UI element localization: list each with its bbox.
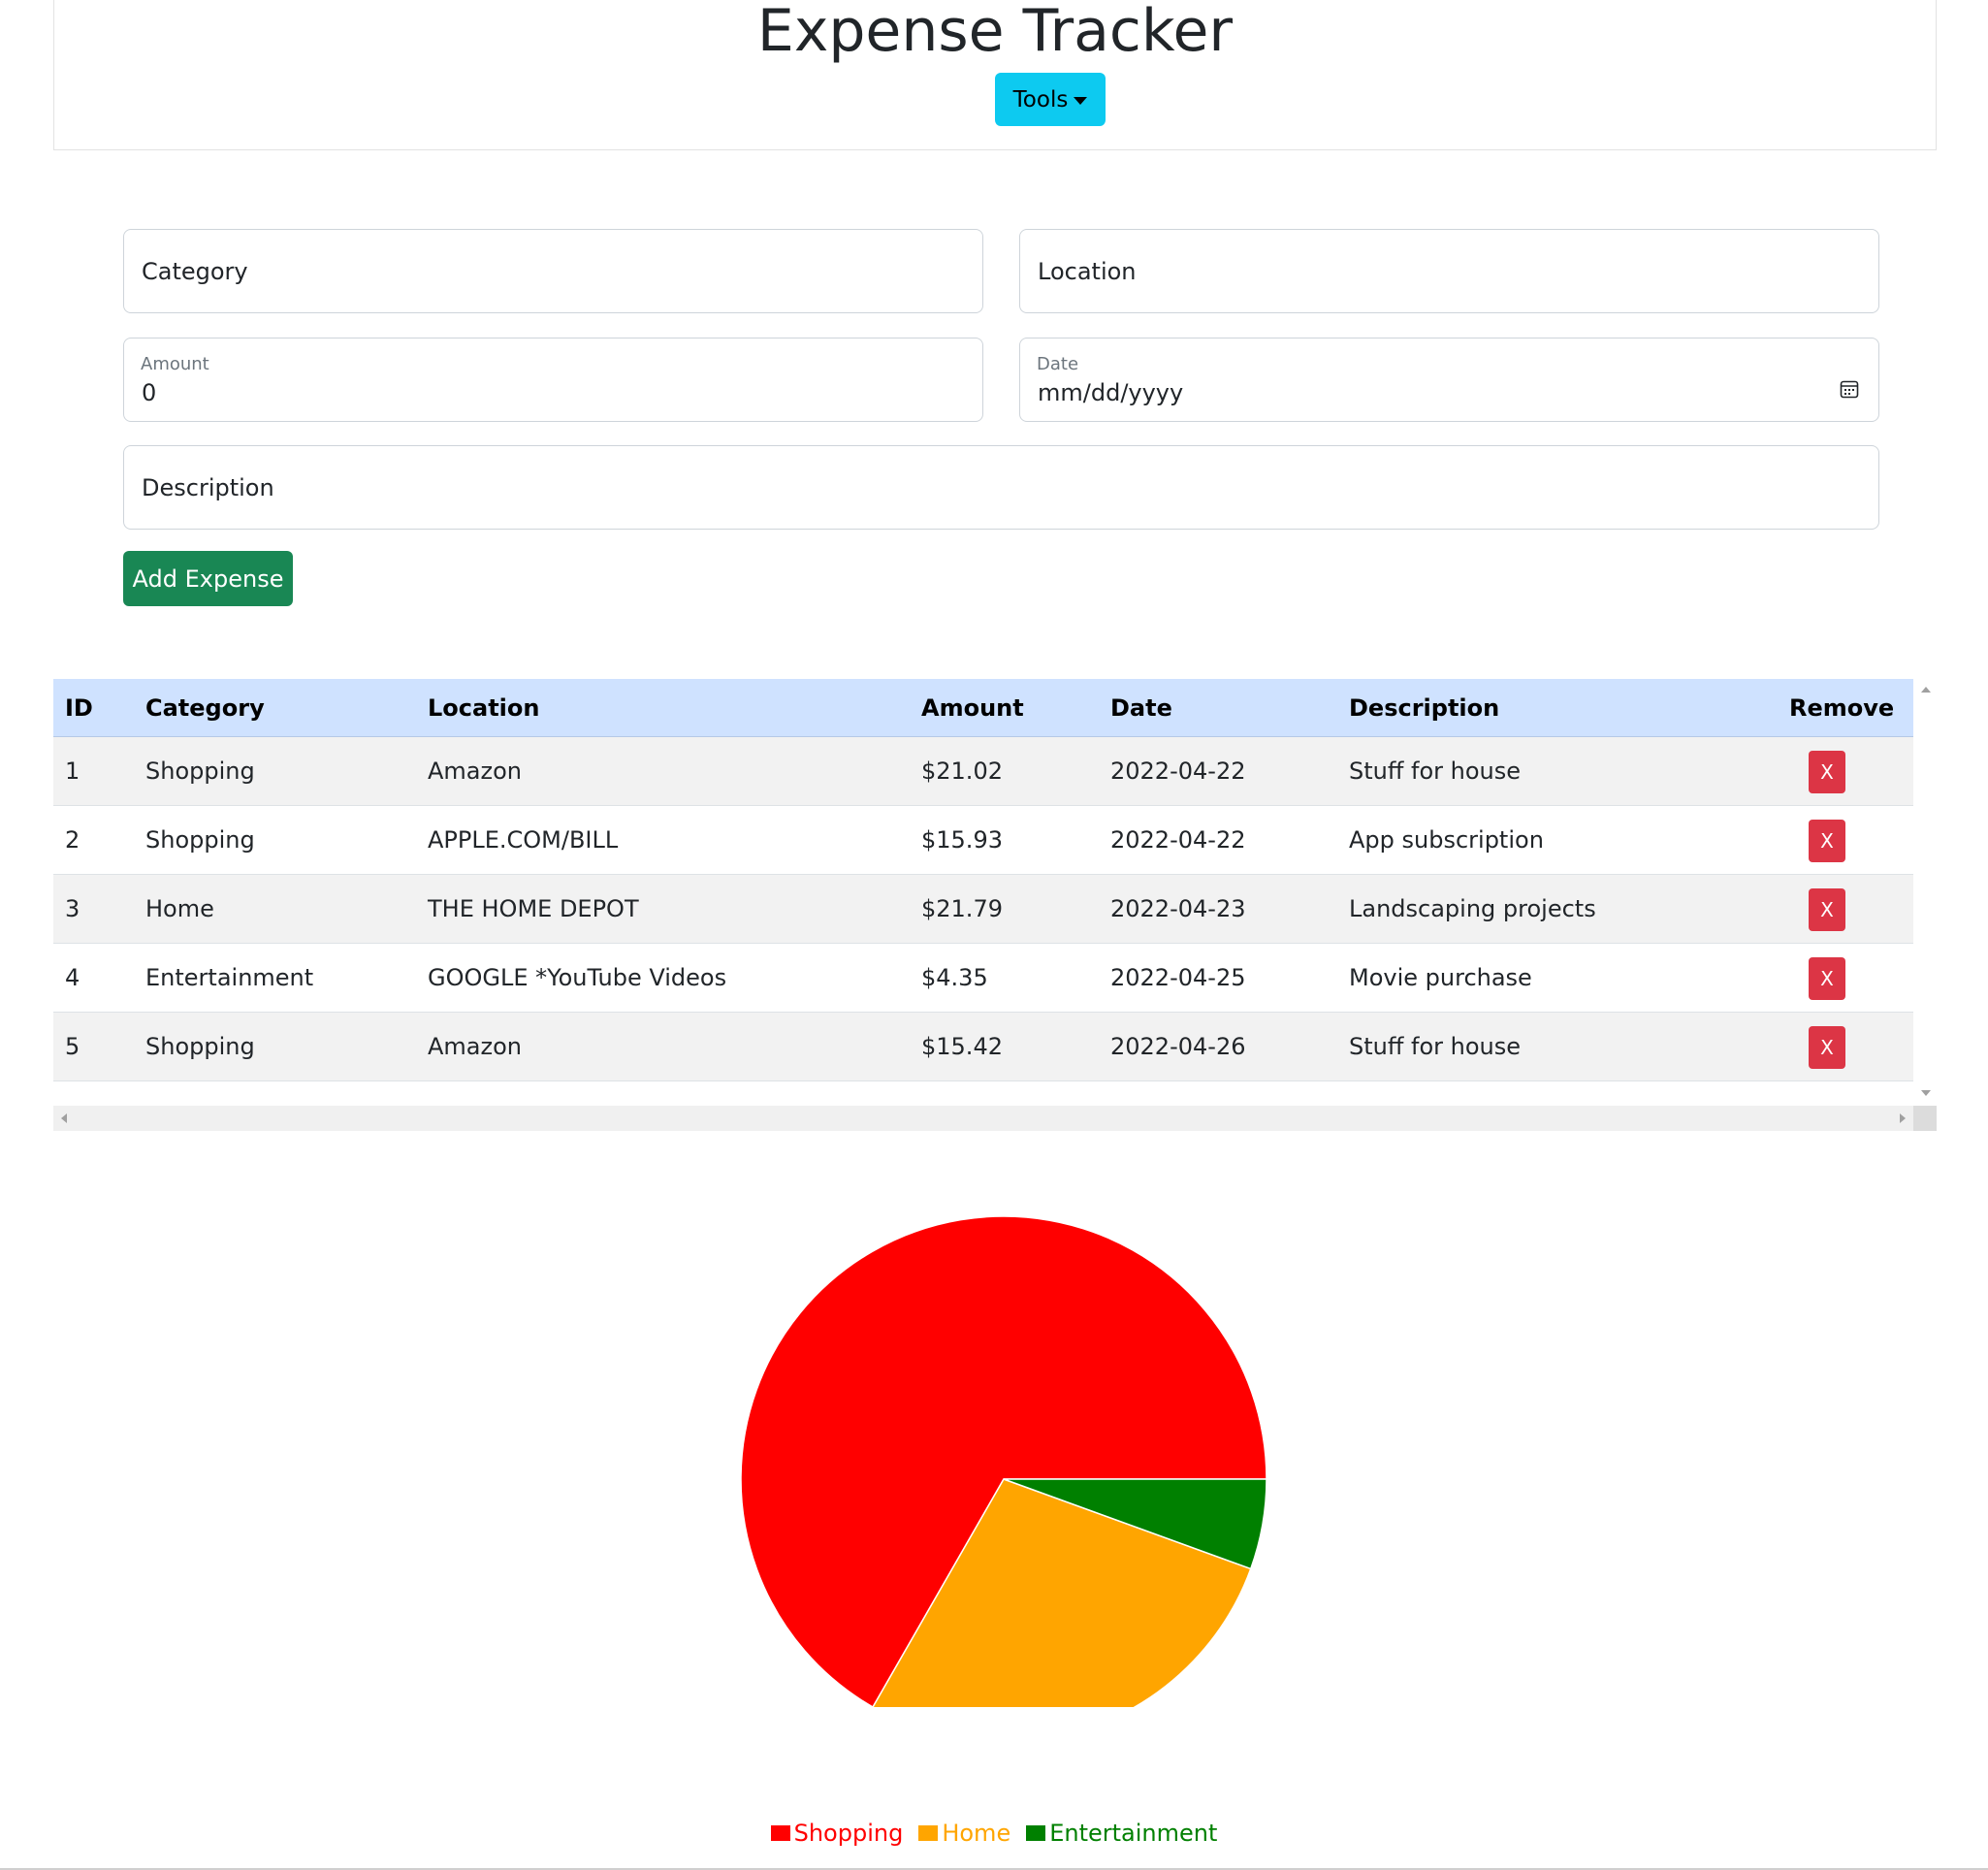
add-expense-button[interactable]: Add Expense xyxy=(123,551,293,606)
page-header: Expense Tracker Tools xyxy=(53,0,1937,150)
date-input[interactable]: Date mm/dd/yyyy xyxy=(1019,338,1879,422)
cell-description: Landscaping projects xyxy=(1349,895,1596,922)
legend-item-entertainment: Entertainment xyxy=(1026,1820,1217,1847)
vertical-scrollbar[interactable] xyxy=(1913,679,1937,1106)
legend-swatch xyxy=(1026,1825,1046,1841)
cell-date: 2022-04-22 xyxy=(1110,826,1246,854)
cell-id: 2 xyxy=(65,826,80,854)
cell-amount: $21.02 xyxy=(921,758,1003,785)
cell-id: 5 xyxy=(65,1033,80,1060)
cell-id: 4 xyxy=(65,964,80,991)
column-header-date: Date xyxy=(1110,694,1172,722)
remove-button[interactable]: X xyxy=(1809,1026,1845,1069)
cell-location: THE HOME DEPOT xyxy=(428,895,639,922)
cell-id: 3 xyxy=(65,895,80,922)
expense-table: ID Category Location Amount Date Descrip… xyxy=(53,679,1913,1106)
cell-location: Amazon xyxy=(428,1033,522,1060)
amount-label: Amount xyxy=(141,354,209,374)
chart-legend: Shopping Home Entertainment xyxy=(0,1820,1988,1847)
cell-amount: $21.79 xyxy=(921,895,1003,922)
legend-label: Shopping xyxy=(793,1820,904,1847)
cell-category: Shopping xyxy=(145,826,255,854)
legend-item-home: Home xyxy=(918,1820,1010,1847)
cell-description: Movie purchase xyxy=(1349,964,1532,991)
calendar-icon[interactable] xyxy=(1840,379,1859,399)
legend-swatch xyxy=(918,1825,939,1841)
cell-date: 2022-04-25 xyxy=(1110,964,1246,991)
column-header-id: ID xyxy=(65,694,93,722)
remove-button[interactable]: X xyxy=(1809,820,1845,862)
legend-item-shopping: Shopping xyxy=(770,1820,904,1847)
cell-description: App subscription xyxy=(1349,826,1544,854)
cell-description: Stuff for house xyxy=(1349,1033,1522,1060)
horizontal-scrollbar[interactable] xyxy=(53,1106,1913,1131)
tools-dropdown-button[interactable]: Tools xyxy=(995,73,1106,126)
description-input[interactable]: Description xyxy=(123,445,1879,530)
table-row: 4 Entertainment GOOGLE *YouTube Videos $… xyxy=(53,944,1913,1013)
cell-category: Shopping xyxy=(145,758,255,785)
date-label: Date xyxy=(1037,354,1079,374)
column-header-description: Description xyxy=(1349,694,1500,722)
cell-category: Home xyxy=(145,895,214,922)
amount-value: 0 xyxy=(142,379,157,406)
description-placeholder: Description xyxy=(142,473,274,501)
caret-down-icon xyxy=(1074,96,1088,105)
cell-category: Entertainment xyxy=(145,964,314,991)
scroll-right-icon[interactable] xyxy=(1900,1113,1906,1123)
category-input[interactable]: Category xyxy=(123,229,983,313)
location-placeholder: Location xyxy=(1038,257,1137,285)
category-pie-chart xyxy=(740,1215,1267,1707)
legend-label: Home xyxy=(942,1820,1011,1847)
cell-id: 1 xyxy=(65,758,80,785)
table-row: 5 Shopping Amazon $15.42 2022-04-26 Stuf… xyxy=(53,1013,1913,1081)
category-placeholder: Category xyxy=(142,257,248,285)
table-header: ID Category Location Amount Date Descrip… xyxy=(53,679,1913,737)
table-row: 2 Shopping APPLE.COM/BILL $15.93 2022-04… xyxy=(53,806,1913,875)
remove-button[interactable]: X xyxy=(1809,751,1845,793)
cell-location: GOOGLE *YouTube Videos xyxy=(428,964,727,991)
page-title: Expense Tracker xyxy=(756,0,1234,65)
remove-button[interactable]: X xyxy=(1809,888,1845,931)
expense-table-container: ID Category Location Amount Date Descrip… xyxy=(53,679,1937,1131)
legend-label: Entertainment xyxy=(1049,1820,1218,1847)
cell-date: 2022-04-26 xyxy=(1110,1033,1246,1060)
cell-date: 2022-04-23 xyxy=(1110,895,1246,922)
amount-input[interactable]: Amount 0 xyxy=(123,338,983,422)
scroll-left-icon[interactable] xyxy=(61,1113,67,1123)
location-input[interactable]: Location xyxy=(1019,229,1879,313)
table-row: 1 Shopping Amazon $21.02 2022-04-22 Stuf… xyxy=(53,737,1913,806)
cell-description: Stuff for house xyxy=(1349,758,1522,785)
cell-amount: $4.35 xyxy=(921,964,988,991)
scroll-down-icon[interactable] xyxy=(1921,1090,1931,1096)
scroll-up-icon[interactable] xyxy=(1921,687,1931,693)
cell-location: APPLE.COM/BILL xyxy=(428,826,619,854)
table-row: 3 Home THE HOME DEPOT $21.79 2022-04-23 … xyxy=(53,875,1913,944)
date-value: mm/dd/yyyy xyxy=(1038,379,1184,406)
remove-button[interactable]: X xyxy=(1809,957,1845,1000)
tools-label: Tools xyxy=(1012,86,1069,113)
cell-category: Shopping xyxy=(145,1033,255,1060)
column-header-location: Location xyxy=(428,694,540,722)
cell-amount: $15.42 xyxy=(921,1033,1003,1060)
scrollbar-corner xyxy=(1913,1106,1937,1131)
cell-location: Amazon xyxy=(428,758,522,785)
column-header-category: Category xyxy=(145,694,265,722)
cell-date: 2022-04-22 xyxy=(1110,758,1246,785)
cell-amount: $15.93 xyxy=(921,826,1003,854)
legend-swatch xyxy=(770,1825,790,1841)
column-header-amount: Amount xyxy=(921,694,1024,722)
column-header-remove: Remove xyxy=(1789,694,1895,722)
